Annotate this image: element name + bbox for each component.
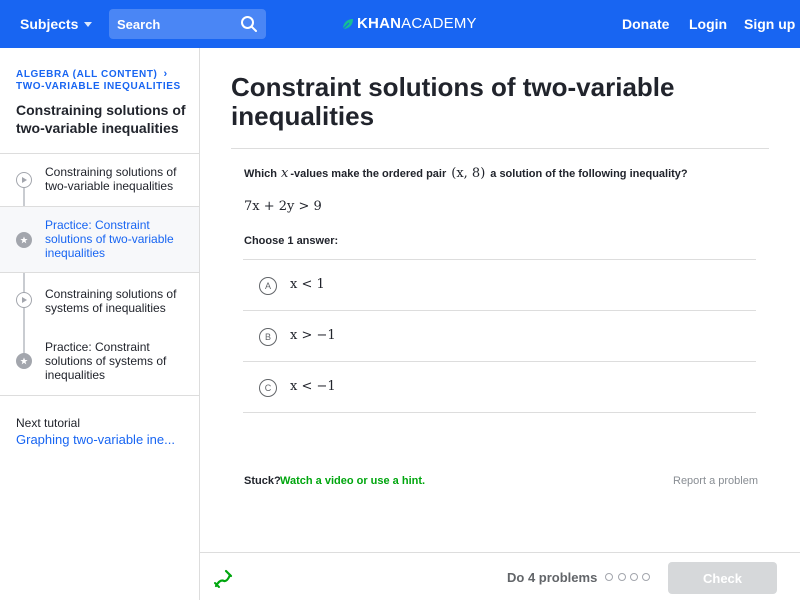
sidebar-item-label: Constraining solutions of two-variable i… xyxy=(45,165,177,193)
progress-dot xyxy=(642,573,650,581)
progress-dot xyxy=(618,573,626,581)
search-box xyxy=(109,9,266,39)
choice-text: x < −1 xyxy=(290,379,336,394)
play-icon xyxy=(16,292,32,308)
donate-link[interactable]: Donate xyxy=(622,16,669,32)
breadcrumb-course[interactable]: ALGEBRA (ALL CONTENT) › xyxy=(16,68,168,80)
sidebar-divider xyxy=(0,395,200,396)
choose-answer-label: Choose 1 answer: xyxy=(244,235,339,247)
chevron-right-icon: › xyxy=(163,68,168,80)
progress-dot xyxy=(605,573,613,581)
check-button[interactable]: Check xyxy=(668,562,777,594)
subjects-menu[interactable]: Subjects xyxy=(20,16,93,32)
breadcrumb-unit[interactable]: TWO-VARIABLE INEQUALITIES xyxy=(16,81,181,92)
login-link[interactable]: Login xyxy=(689,16,727,32)
answer-choices: A x < 1 B x > −1 C x < −1 xyxy=(243,259,756,413)
page-title: Constraint solutions of two-variable ine… xyxy=(231,72,675,131)
tutorial-sidebar: ALGEBRA (ALL CONTENT) › TWO-VARIABLE INEQ… xyxy=(0,48,200,600)
choice-c[interactable]: C x < −1 xyxy=(243,361,756,413)
question-mid: -values make the ordered pair xyxy=(290,167,447,180)
next-tutorial-link[interactable]: Graphing two-variable ine... xyxy=(16,432,186,447)
title-divider xyxy=(231,148,769,149)
leaf-icon xyxy=(342,18,353,29)
report-problem-link[interactable]: Report a problem xyxy=(673,475,758,487)
inequality-expression: 7x + 2y > 9 xyxy=(244,199,322,214)
question-suffix: a solution of the following inequality? xyxy=(490,167,688,180)
question-variable: x xyxy=(281,166,289,181)
next-tutorial-label: Next tutorial xyxy=(16,416,81,430)
stuck-label: Stuck? xyxy=(244,475,281,487)
hint-link[interactable]: Watch a video or use a hint. xyxy=(280,475,425,487)
unit-title: Constraining solutions of two-variable i… xyxy=(16,102,186,136)
choice-text: x < 1 xyxy=(290,277,325,292)
search-input[interactable] xyxy=(109,9,229,39)
top-navigation-bar: Subjects KHANACADEMY Donate Login Sign u… xyxy=(0,0,800,48)
star-icon xyxy=(16,232,32,248)
search-icon[interactable] xyxy=(240,15,258,33)
choice-text: x > −1 xyxy=(290,328,336,343)
progress-label: Do 4 problems xyxy=(507,570,598,585)
choice-b[interactable]: B x > −1 xyxy=(243,310,756,361)
khan-academy-logo[interactable]: KHAN ACADEMY xyxy=(342,15,477,32)
subjects-label: Subjects xyxy=(20,16,79,32)
exercise-footer: Do 4 problems Check xyxy=(200,552,800,600)
signup-link[interactable]: Sign up xyxy=(744,16,795,32)
brand-text-academy: ACADEMY xyxy=(401,15,477,32)
question-text: Which x -values make the ordered pair (x… xyxy=(244,166,688,181)
progress-dot xyxy=(630,573,638,581)
ordered-pair: (x, 8) xyxy=(451,166,486,181)
sidebar-item-label: Constraining solutions of systems of ine… xyxy=(45,287,177,315)
sidebar-item-label: Practice: Constraint solutions of system… xyxy=(45,340,167,382)
question-prefix: Which xyxy=(244,167,277,180)
caret-down-icon xyxy=(84,21,93,27)
play-icon xyxy=(16,172,32,188)
sidebar-item-practice-2[interactable]: Practice: Constraint solutions of system… xyxy=(0,328,199,394)
scratchpad-icon[interactable] xyxy=(212,567,234,589)
sidebar-item-practice-1[interactable]: Practice: Constraint solutions of two-va… xyxy=(0,207,199,272)
brand-text-khan: KHAN xyxy=(357,15,402,32)
choice-letter-badge: B xyxy=(259,328,277,346)
sidebar-item-video-2[interactable]: Constraining solutions of systems of ine… xyxy=(0,273,199,327)
choice-letter-badge: C xyxy=(259,379,277,397)
choice-letter-badge: A xyxy=(259,277,277,295)
choice-a[interactable]: A x < 1 xyxy=(243,259,756,310)
sidebar-item-label: Practice: Constraint solutions of two-va… xyxy=(45,218,174,260)
breadcrumb-course-label: ALGEBRA (ALL CONTENT) xyxy=(16,69,158,80)
star-icon xyxy=(16,353,32,369)
sidebar-item-video-1[interactable]: Constraining solutions of two-variable i… xyxy=(0,154,199,206)
